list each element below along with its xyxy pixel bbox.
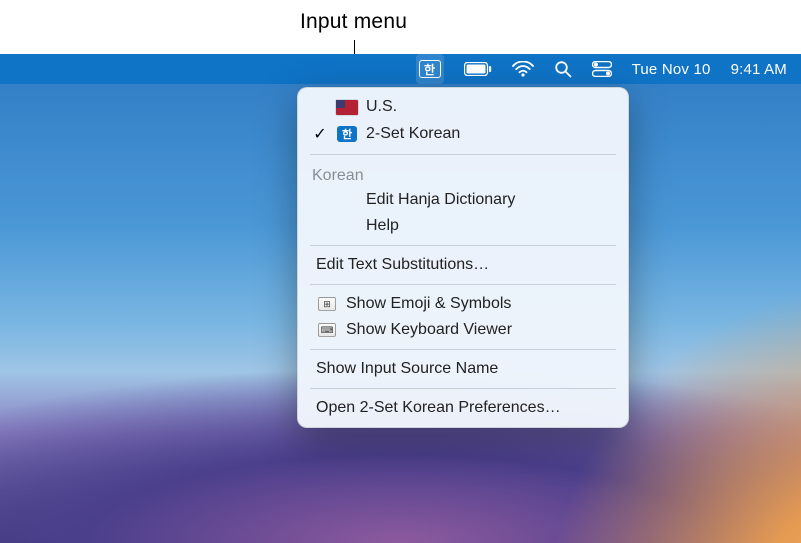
menu-item-text-substitutions[interactable]: Edit Text Substitutions… [298, 252, 628, 278]
menu-separator [310, 154, 616, 155]
input-source-2set-korean[interactable]: ✓ 한 2-Set Korean [298, 120, 628, 148]
check-icon: ✓ [312, 124, 328, 144]
menu-separator [310, 245, 616, 246]
control-center-icon[interactable] [592, 54, 612, 84]
annotation-label: Input menu [300, 10, 407, 34]
input-menu-dropdown: U.S. ✓ 한 2-Set Korean Korean Edit Hanja … [297, 87, 629, 428]
menu-item-help[interactable]: Help [298, 213, 628, 239]
spotlight-icon[interactable] [554, 54, 572, 84]
emoji-symbols-icon: ⊞ [316, 297, 338, 311]
menubar-time[interactable]: 9:41 AM [731, 54, 787, 84]
input-menu-glyph-icon: 한 [419, 60, 441, 78]
menubar: 한 Tue Nov 10 9:41 AM [0, 54, 801, 84]
han-icon: 한 [336, 126, 358, 142]
keyboard-icon: ⌨ [316, 323, 338, 337]
menu-item-show-emoji[interactable]: ⊞ Show Emoji & Symbols [298, 291, 628, 317]
input-menu-button[interactable]: 한 [416, 54, 444, 84]
menu-item-show-input-source-name[interactable]: Show Input Source Name [298, 356, 628, 382]
menu-separator [310, 284, 616, 285]
menu-item-label: Show Emoji & Symbols [346, 295, 612, 313]
menu-item-label: Help [366, 217, 612, 235]
input-source-label: U.S. [366, 98, 612, 116]
menu-item-open-preferences[interactable]: Open 2-Set Korean Preferences… [298, 395, 628, 421]
flag-us-icon [336, 100, 358, 115]
menu-separator [310, 388, 616, 389]
menu-item-label: Show Keyboard Viewer [346, 321, 612, 339]
menu-item-edit-hanja[interactable]: Edit Hanja Dictionary [298, 187, 628, 213]
menu-item-label: Edit Text Substitutions… [316, 256, 612, 274]
menu-item-label: Show Input Source Name [316, 360, 612, 378]
menu-item-label: Open 2-Set Korean Preferences… [316, 399, 612, 417]
input-source-us[interactable]: U.S. [298, 94, 628, 120]
menubar-date[interactable]: Tue Nov 10 [632, 54, 711, 84]
section-heading-korean: Korean [298, 161, 628, 187]
input-source-label: 2-Set Korean [366, 125, 612, 143]
menu-item-label: Edit Hanja Dictionary [366, 191, 612, 209]
battery-icon[interactable] [464, 54, 492, 84]
menu-separator [310, 349, 616, 350]
menu-item-show-keyboard-viewer[interactable]: ⌨ Show Keyboard Viewer [298, 317, 628, 343]
wifi-icon[interactable] [512, 54, 534, 84]
